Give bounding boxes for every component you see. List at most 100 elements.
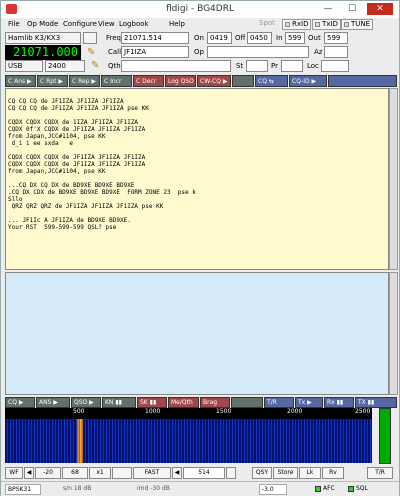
- macro2-kn[interactable]: KN ▮▮: [102, 397, 136, 408]
- carrier-freq-field[interactable]: 514: [183, 467, 225, 479]
- tx-scrollbar[interactable]: [389, 272, 398, 395]
- menu-help[interactable]: Help: [169, 20, 185, 28]
- off-field[interactable]: 0450: [247, 32, 272, 44]
- rxid-label: RxID: [292, 20, 309, 28]
- frequency-display[interactable]: 21071.000: [5, 45, 81, 60]
- macro-c-incr[interactable]: C Incr: [101, 75, 132, 87]
- macro-log-qso[interactable]: Log QSO: [165, 75, 196, 87]
- macro2-tr[interactable]: T/R: [264, 397, 294, 408]
- snr-readout: s/n 18 dB: [63, 485, 92, 492]
- ruler-tick-500: 500: [73, 408, 85, 415]
- transmit-text-pane[interactable]: [5, 272, 389, 395]
- macro-cq-id[interactable]: CQ-ID ▶: [289, 75, 327, 87]
- rxid-button[interactable]: RxID: [282, 19, 312, 30]
- mode-select[interactable]: USB: [5, 60, 43, 72]
- menu-bar: File Op Mode Configure View Logbook Help…: [1, 18, 399, 31]
- freq-right-button[interactable]: [226, 467, 236, 479]
- title-bar: fldigi - BG4DRL — ☐ ✕: [1, 1, 399, 18]
- locator-field[interactable]: [321, 60, 349, 72]
- menu-view[interactable]: View: [98, 20, 115, 28]
- afc-value[interactable]: -3.0: [259, 484, 287, 495]
- qth-label: Qth: [108, 62, 121, 70]
- cursor-marker[interactable]: [79, 419, 80, 463]
- macro2-me-qth[interactable]: Me/Qth: [168, 397, 199, 408]
- tr-button[interactable]: T/R: [367, 467, 393, 479]
- signal-trace: [77, 419, 83, 463]
- lock-button[interactable]: Lk: [299, 467, 321, 479]
- macro2-brag[interactable]: Brag: [200, 397, 230, 408]
- tune-button[interactable]: TUNE: [341, 19, 374, 30]
- state-field[interactable]: [246, 60, 268, 72]
- macro2-cq[interactable]: CQ ▶: [5, 397, 35, 408]
- txid-indicator: [315, 21, 320, 27]
- macro2-tx[interactable]: Tx ▶: [295, 397, 323, 408]
- db-range-field[interactable]: 68: [62, 467, 88, 479]
- qth-field[interactable]: [121, 60, 231, 72]
- rxid-indicator: [285, 21, 290, 27]
- bandwidth-select[interactable]: 2400: [45, 60, 85, 72]
- on-field[interactable]: 0419: [207, 32, 232, 44]
- afc-toggle[interactable]: AFC: [313, 484, 337, 495]
- rf-min-field[interactable]: -20: [35, 467, 61, 479]
- window-title: fldigi - BG4DRL: [166, 4, 234, 14]
- afc-led: [315, 485, 321, 492]
- call-label: Call: [108, 48, 122, 56]
- macro-cq[interactable]: CQ ⇆: [255, 75, 288, 87]
- province-field[interactable]: [281, 60, 303, 72]
- waterfall-controls: WF ◀ -20 68 x1 FAST ◀ 514 QSY Store Lk R…: [5, 467, 397, 479]
- speed-button[interactable]: FAST: [133, 467, 171, 479]
- imd-readout: imd -30 dB: [137, 485, 170, 492]
- menu-configure[interactable]: Configure: [63, 20, 97, 28]
- status-bar: BPSK31 s/n 18 dB imd -30 dB -3.0 AFC SQL: [1, 481, 399, 496]
- menu-file[interactable]: File: [8, 20, 20, 28]
- tune-indicator: [344, 21, 349, 27]
- wf-empty-1[interactable]: [112, 467, 132, 479]
- rst-in-field[interactable]: 599: [285, 32, 305, 44]
- menu-logbook[interactable]: Logbook: [119, 20, 149, 28]
- txid-button[interactable]: TxID: [312, 19, 341, 30]
- macro-c-rep[interactable]: C Rep ▶: [69, 75, 100, 87]
- macro-c-rpt[interactable]: C Rpt ▶: [37, 75, 68, 87]
- rst-out-field[interactable]: 599: [324, 32, 348, 44]
- macro2-tx-stop[interactable]: TX ▮▮: [355, 397, 397, 408]
- receive-text-pane[interactable]: CQ CQ CQ de JF1IZA JF1IZA JF1IZA CQ CQ C…: [5, 88, 389, 270]
- store-button[interactable]: Store: [273, 467, 298, 479]
- rx-scrollbar[interactable]: [389, 88, 398, 270]
- macro2-qso[interactable]: QSO ▶: [71, 397, 101, 408]
- minimize-button[interactable]: —: [319, 3, 337, 15]
- zoom-button[interactable]: x1: [89, 467, 111, 479]
- waterfall-display[interactable]: [5, 419, 372, 463]
- current-mode[interactable]: BPSK31: [5, 484, 41, 495]
- reverse-button[interactable]: Rv: [322, 467, 344, 479]
- macro2-ans[interactable]: ANS ▶: [36, 397, 70, 408]
- macro-empty-1[interactable]: [232, 75, 254, 87]
- close-button[interactable]: ✕: [367, 3, 393, 15]
- sql-toggle[interactable]: SQL: [346, 484, 370, 495]
- wf-mode-button[interactable]: WF: [5, 467, 23, 479]
- macro-empty-2[interactable]: [328, 75, 397, 87]
- clear-icon[interactable]: ✎: [91, 60, 99, 71]
- macro-cw-cq[interactable]: CW-CQ ▶: [197, 75, 231, 87]
- txid-label: TxID: [322, 20, 338, 28]
- macro2-rx[interactable]: Rx ▮▮: [324, 397, 354, 408]
- macro-c-ans[interactable]: C Ans ▶: [5, 75, 36, 87]
- rig-name[interactable]: Hamlib K3/KX3: [5, 32, 81, 44]
- off-label: Off: [235, 34, 246, 42]
- rig-arrow[interactable]: [83, 32, 97, 44]
- call-field[interactable]: JF1IZA: [121, 46, 189, 58]
- menu-op-mode[interactable]: Op Mode: [27, 20, 58, 28]
- spot-button[interactable]: Spot: [257, 19, 277, 30]
- op-field[interactable]: [207, 46, 309, 58]
- macro-c-decr[interactable]: C Decr: [133, 75, 164, 87]
- macro2-sk[interactable]: SK ▮▮: [137, 397, 167, 408]
- pen-icon[interactable]: ✎: [87, 47, 95, 58]
- macro-bar: C Ans ▶ C Rpt ▶ C Rep ▶ C Incr C Decr Lo…: [5, 75, 397, 88]
- maximize-button[interactable]: ☐: [343, 3, 361, 15]
- wf-left-button[interactable]: ◀: [24, 467, 34, 479]
- afc-label: AFC: [323, 485, 335, 492]
- freq-left-button[interactable]: ◀: [172, 467, 182, 479]
- qsy-button[interactable]: QSY: [252, 467, 272, 479]
- macro2-empty[interactable]: [231, 397, 263, 408]
- freq-field[interactable]: 21071.514: [121, 32, 189, 44]
- az-field[interactable]: [324, 46, 348, 58]
